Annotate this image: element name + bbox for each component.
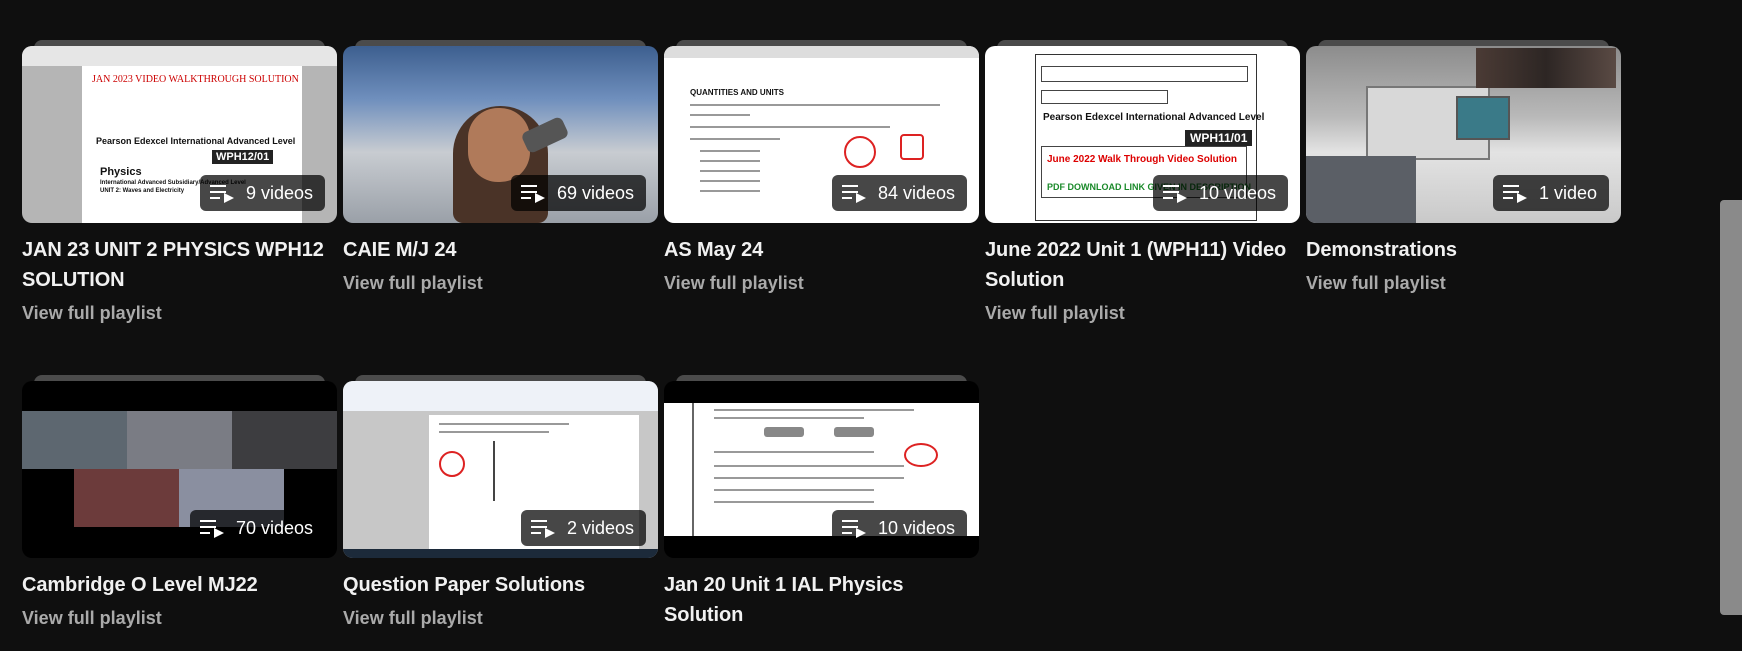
playlist-title[interactable]: June 2022 Unit 1 (WPH11) Video Solution (985, 235, 1300, 295)
playlist-icon (841, 520, 866, 538)
video-count: 10 videos (877, 517, 955, 538)
playlist-icon (199, 520, 224, 538)
thumb-code: WPH12/01 (212, 150, 274, 164)
playlist-title[interactable]: AS May 24 (664, 235, 979, 265)
thumb-heading: QUANTITIES AND UNITS (690, 88, 784, 97)
playlist-title[interactable]: Cambridge O Level MJ22 (22, 570, 337, 600)
playlist-card[interactable]: JAN 2023 VIDEO WALKTHROUGH SOLUTION Pear… (22, 40, 337, 324)
video-count: 70 videos (235, 517, 313, 538)
video-count-badge: 70 videos (189, 510, 325, 546)
video-count-badge: 84 videos (831, 175, 967, 211)
playlist-card[interactable]: 69 videos CAIE M/J 24 View full playlist (343, 40, 658, 294)
video-count-badge: 9 videos (199, 175, 325, 211)
video-tile (74, 469, 179, 527)
playlist-thumbnail[interactable]: 10 videos (664, 381, 979, 558)
video-tile (232, 411, 337, 469)
thumb-subject: Physics (100, 166, 142, 178)
desk (1306, 156, 1416, 223)
thumb-line: Pearson Edexcel International Advanced L… (96, 136, 296, 146)
video-count: 2 videos (566, 517, 634, 538)
video-count-badge: 10 videos (1152, 175, 1288, 211)
view-full-playlist-link[interactable]: View full playlist (343, 273, 658, 294)
playlist-title[interactable]: JAN 23 UNIT 2 PHYSICS WPH12 SOLUTION (22, 235, 337, 295)
playlist-icon (841, 185, 866, 203)
view-full-playlist-link[interactable]: View full playlist (22, 608, 337, 629)
video-count-badge: 1 video (1492, 175, 1609, 211)
playlist-icon (530, 520, 555, 538)
video-count: 9 videos (245, 182, 313, 203)
playlist-card[interactable]: 1 video Demonstrations View full playlis… (1306, 40, 1621, 294)
students (1476, 48, 1616, 88)
thumb-line: June 2022 Walk Through Video Solution (1047, 154, 1238, 165)
annotation-mark (904, 443, 938, 467)
playlist-icon (1502, 185, 1527, 203)
video-count-badge: 69 videos (510, 175, 646, 211)
view-full-playlist-link[interactable]: View full playlist (343, 608, 658, 629)
annotation-mark (844, 136, 876, 168)
playlist-thumbnail[interactable]: 70 videos (22, 381, 337, 558)
video-count-badge: 10 videos (831, 510, 967, 546)
playlist-card[interactable]: QUANTITIES AND UNITS 84 videos AS May 24… (664, 40, 979, 294)
playlist-card[interactable]: Pearson Edexcel International Advanced L… (985, 40, 1300, 324)
video-tile (127, 411, 232, 469)
playlist-card[interactable]: 2 videos Question Paper Solutions View f… (343, 375, 658, 629)
playlist-icon (520, 185, 545, 203)
trolley (834, 427, 874, 437)
thumb-heading: JAN 2023 VIDEO WALKTHROUGH SOLUTION (92, 74, 299, 85)
annotation-mark (900, 134, 924, 160)
playlist-thumbnail[interactable]: QUANTITIES AND UNITS 84 videos (664, 46, 979, 223)
thumb-line: UNIT 2: Waves and Electricity (100, 188, 185, 194)
playlist-title[interactable]: CAIE M/J 24 (343, 235, 658, 265)
playlist-title[interactable]: Question Paper Solutions (343, 570, 658, 600)
face (468, 108, 530, 182)
playlist-thumbnail[interactable]: 1 video (1306, 46, 1621, 223)
video-count: 69 videos (556, 182, 634, 203)
annotation-mark (439, 451, 465, 477)
view-full-playlist-link[interactable]: View full playlist (664, 273, 979, 294)
thumb-code: WPH11/01 (1185, 130, 1253, 146)
video-count-badge: 2 videos (520, 510, 646, 546)
playlist-title[interactable]: Jan 20 Unit 1 IAL Physics Solution (664, 570, 979, 630)
video-tile (22, 411, 127, 469)
view-full-playlist-link[interactable]: View full playlist (22, 303, 337, 324)
playlist-thumbnail[interactable]: Pearson Edexcel International Advanced L… (985, 46, 1300, 223)
trolley (764, 427, 804, 437)
view-full-playlist-link[interactable]: View full playlist (985, 303, 1300, 324)
playlist-card[interactable]: 70 videos Cambridge O Level MJ22 View fu… (22, 375, 337, 629)
playlist-icon (209, 185, 234, 203)
playlist-card[interactable]: 10 videos Jan 20 Unit 1 IAL Physics Solu… (664, 375, 979, 630)
view-full-playlist-link[interactable]: View full playlist (1306, 273, 1621, 294)
oscilloscope-screen (1456, 96, 1510, 140)
thumb-line: Pearson Edexcel International Advanced L… (1043, 112, 1265, 123)
playlist-title[interactable]: Demonstrations (1306, 235, 1621, 265)
video-count: 84 videos (877, 182, 955, 203)
playlist-thumbnail[interactable]: JAN 2023 VIDEO WALKTHROUGH SOLUTION Pear… (22, 46, 337, 223)
playlist-icon (1162, 185, 1187, 203)
diagram-line (493, 441, 495, 501)
playlist-thumbnail[interactable]: 2 videos (343, 381, 658, 558)
video-count: 10 videos (1198, 182, 1276, 203)
scrollbar-thumb[interactable] (1720, 200, 1742, 615)
playlist-thumbnail[interactable]: 69 videos (343, 46, 658, 223)
video-count: 1 video (1538, 182, 1597, 203)
